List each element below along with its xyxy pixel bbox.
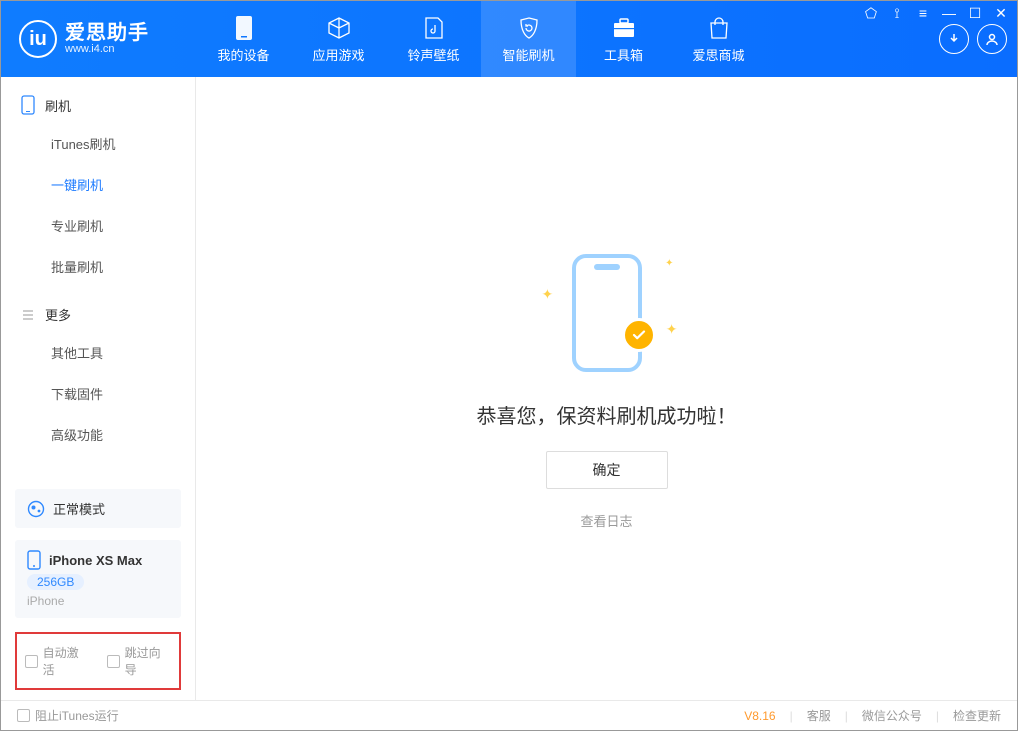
tab-apps-games[interactable]: 应用游戏 — [291, 1, 386, 77]
check-skip-guide[interactable]: 跳过向导 — [107, 644, 171, 678]
success-illustration: ✦ ✦ ✦ — [532, 248, 682, 378]
mode-label: 正常模式 — [53, 499, 105, 518]
checkbox-icon — [107, 655, 120, 668]
header: iu 爱思助手 www.i4.cn 我的设备 应用游戏 铃声壁纸 智能刷机 工具… — [1, 1, 1017, 77]
shield-refresh-icon — [516, 15, 542, 41]
logo[interactable]: iu 爱思助手 www.i4.cn — [1, 1, 196, 77]
tab-label: 应用游戏 — [312, 45, 364, 64]
tab-toolbox[interactable]: 工具箱 — [576, 1, 671, 77]
phone-icon — [231, 15, 257, 41]
version-label: V8.16 — [744, 709, 775, 723]
sidebar-section-more: 更多 — [1, 287, 195, 332]
device-name: iPhone XS Max — [49, 553, 142, 568]
section-title: 刷机 — [45, 96, 71, 115]
phone-outline-icon — [572, 254, 642, 372]
sidebar-item-batch-flash[interactable]: 批量刷机 — [1, 246, 195, 287]
storage-badge: 256GB — [27, 574, 84, 590]
view-log-link[interactable]: 查看日志 — [580, 511, 632, 530]
device-mode-panel[interactable]: 正常模式 — [15, 489, 181, 528]
section-title: 更多 — [45, 305, 71, 324]
checkbox-icon — [17, 709, 30, 722]
maximize-button[interactable]: ☐ — [967, 5, 983, 22]
sidebar-item-advanced[interactable]: 高级功能 — [1, 414, 195, 455]
list-icon — [21, 308, 35, 322]
check-badge-icon — [622, 318, 656, 352]
tab-label: 我的设备 — [217, 45, 269, 64]
tab-label: 铃声壁纸 — [407, 45, 459, 64]
tab-ring-wall[interactable]: 铃声壁纸 — [386, 1, 481, 77]
tab-my-device[interactable]: 我的设备 — [196, 1, 291, 77]
briefcase-icon — [611, 15, 637, 41]
sparkle-icon: ✦ — [542, 286, 554, 303]
check-block-itunes[interactable]: 阻止iTunes运行 — [17, 707, 119, 724]
shirt-icon[interactable]: ⬠ — [863, 5, 879, 22]
success-message: 恭喜您，保资料刷机成功啦！ — [477, 400, 737, 429]
window-controls: ⬠ ⟟ ≡ — ☐ ✕ — [863, 5, 1009, 22]
tab-label: 智能刷机 — [502, 45, 554, 64]
music-file-icon — [421, 15, 447, 41]
tab-smart-flash[interactable]: 智能刷机 — [481, 1, 576, 77]
lock-icon[interactable]: ⟟ — [889, 5, 905, 22]
device-panel[interactable]: iPhone XS Max 256GB iPhone — [15, 540, 181, 618]
app-name: 爱思助手 — [65, 23, 149, 43]
sparkle-icon: ✦ — [666, 321, 678, 338]
logo-icon: iu — [19, 20, 57, 58]
check-label: 跳过向导 — [125, 644, 171, 678]
check-label: 自动激活 — [43, 644, 89, 678]
footer-link-wechat[interactable]: 微信公众号 — [862, 707, 922, 724]
close-button[interactable]: ✕ — [993, 5, 1009, 22]
downloads-button[interactable] — [939, 24, 969, 54]
sidebar-item-pro-flash[interactable]: 专业刷机 — [1, 205, 195, 246]
sidebar-item-oneclick-flash[interactable]: 一键刷机 — [1, 164, 195, 205]
sidebar-item-itunes-flash[interactable]: iTunes刷机 — [1, 123, 195, 164]
footer-link-support[interactable]: 客服 — [807, 707, 831, 724]
device-icon — [27, 550, 41, 570]
check-auto-activate[interactable]: 自动激活 — [25, 644, 89, 678]
main-content: ✦ ✦ ✦ 恭喜您，保资料刷机成功啦！ 确定 查看日志 — [196, 77, 1017, 700]
sidebar: 刷机 iTunes刷机 一键刷机 专业刷机 批量刷机 更多 其他工具 下载固件 … — [1, 77, 196, 700]
sparkle-icon: ✦ — [665, 258, 673, 269]
user-button[interactable] — [977, 24, 1007, 54]
tab-label: 工具箱 — [604, 45, 643, 64]
sidebar-section-flash: 刷机 — [1, 77, 195, 123]
highlighted-options: 自动激活 跳过向导 — [15, 632, 181, 690]
check-label: 阻止iTunes运行 — [35, 707, 119, 724]
device-type: iPhone — [27, 594, 64, 608]
footer: 阻止iTunes运行 V8.16 | 客服 | 微信公众号 | 检查更新 — [1, 700, 1017, 730]
minimize-button[interactable]: — — [941, 5, 957, 22]
tab-label: 爱思商城 — [692, 45, 744, 64]
phone-outline-icon — [21, 95, 35, 115]
footer-link-update[interactable]: 检查更新 — [953, 707, 1001, 724]
bag-icon — [706, 15, 732, 41]
ok-button[interactable]: 确定 — [546, 451, 668, 489]
cube-icon — [326, 15, 352, 41]
header-tabs: 我的设备 应用游戏 铃声壁纸 智能刷机 工具箱 爱思商城 — [196, 1, 766, 77]
checkbox-icon — [25, 655, 38, 668]
mode-icon — [27, 500, 45, 518]
tab-store[interactable]: 爱思商城 — [671, 1, 766, 77]
app-url: www.i4.cn — [65, 43, 149, 55]
menu-icon[interactable]: ≡ — [915, 5, 931, 22]
sidebar-item-other-tools[interactable]: 其他工具 — [1, 332, 195, 373]
sidebar-item-download-fw[interactable]: 下载固件 — [1, 373, 195, 414]
